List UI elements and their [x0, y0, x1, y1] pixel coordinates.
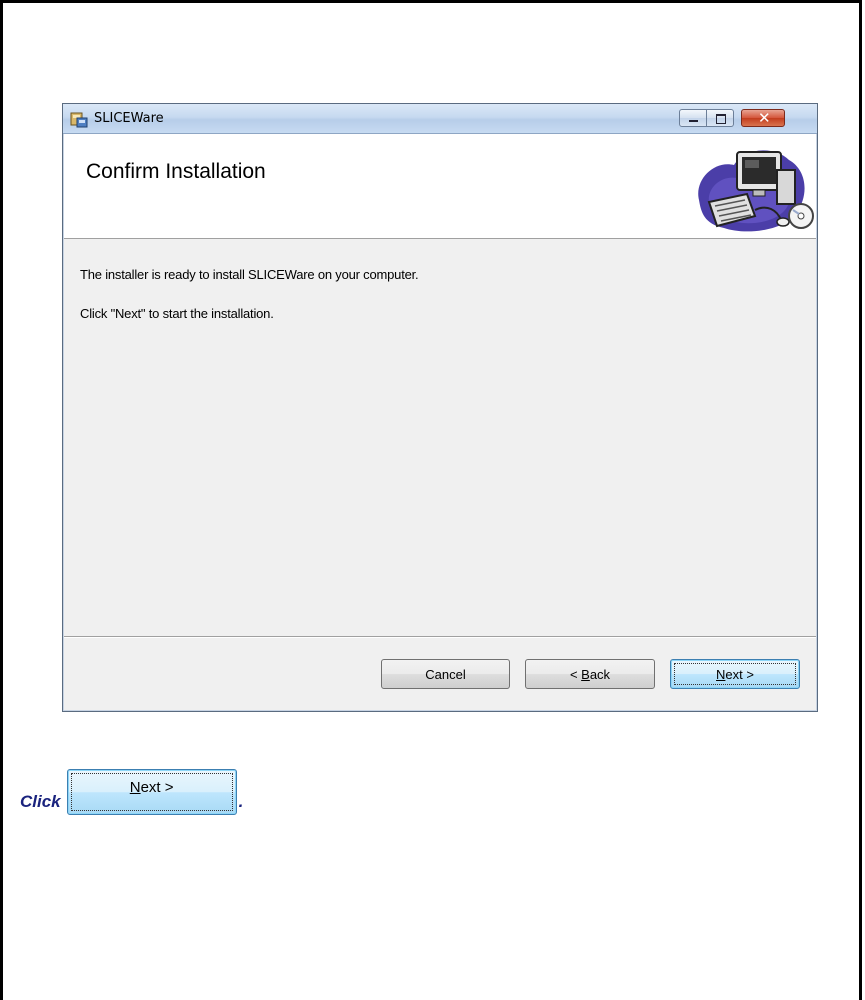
page-title: Confirm Installation — [86, 160, 266, 183]
step-instruction: Click Next > . — [20, 767, 243, 815]
footer-divider — [64, 636, 816, 638]
close-button[interactable]: ✕ — [741, 109, 785, 127]
maximize-icon — [716, 114, 726, 124]
instruction-click-text: Click — [20, 792, 61, 811]
title-bar[interactable]: SLICEWare ✕ — [63, 104, 817, 134]
installer-app-icon — [70, 112, 88, 128]
back-button[interactable]: < Back — [525, 659, 655, 689]
back-button-label: < Back — [569, 666, 611, 682]
ready-message: The installer is ready to install SLICEW… — [80, 267, 419, 282]
next-button[interactable]: Next > — [670, 659, 800, 689]
minimize-button[interactable] — [679, 109, 707, 127]
content-area: The installer is ready to install SLICEW… — [64, 239, 816, 635]
cancel-button-label: Cancel — [425, 666, 466, 682]
instruction-period: . — [238, 792, 244, 811]
header-banner: Confirm Installation — [64, 134, 816, 239]
window-title: SLICEWare — [94, 111, 164, 126]
installer-window: SLICEWare ✕ Confirm Installation The ins… — [62, 103, 818, 712]
focus-ring — [70, 773, 233, 811]
minimize-icon — [689, 120, 698, 122]
cancel-button[interactable]: Cancel — [381, 659, 510, 689]
computer-setup-icon — [698, 150, 814, 232]
instruction-next-button-image: Next > — [66, 769, 237, 815]
maximize-button[interactable] — [707, 109, 734, 127]
focus-ring — [674, 663, 796, 685]
close-icon: ✕ — [758, 109, 771, 127]
instruction-message: Click "Next" to start the installation. — [80, 306, 274, 321]
